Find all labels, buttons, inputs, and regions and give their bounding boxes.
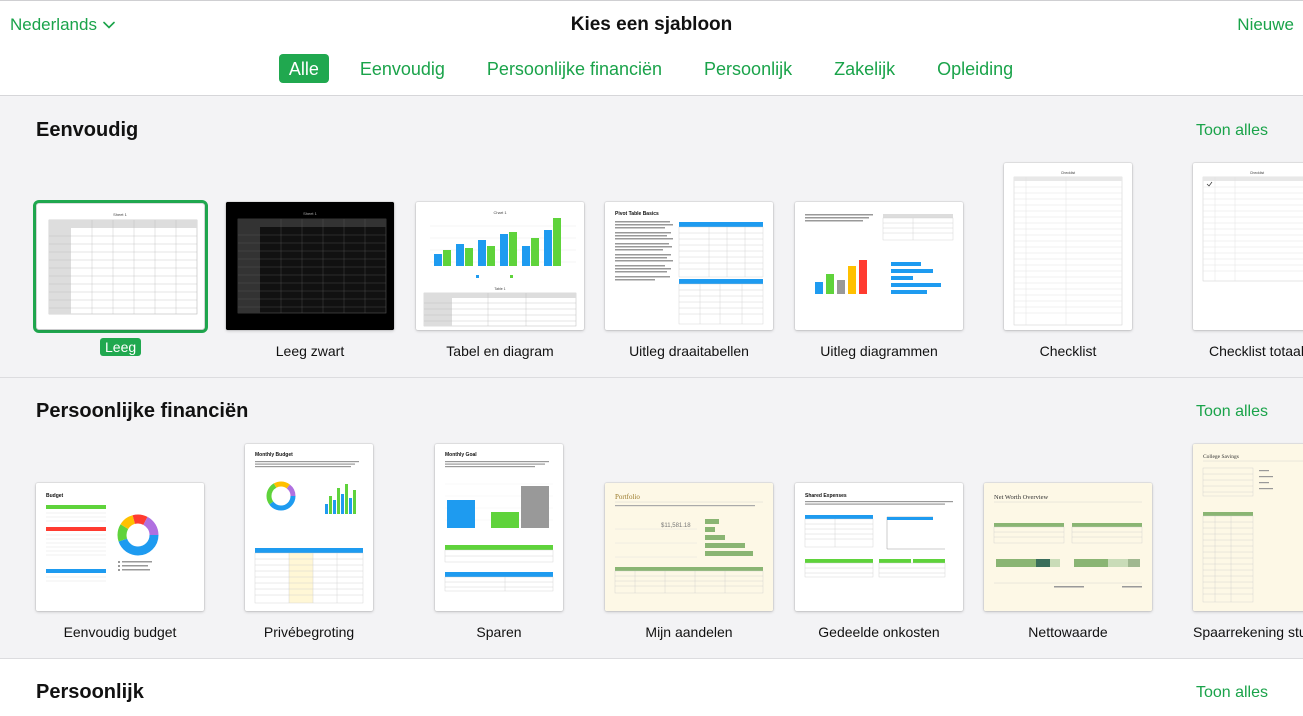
template-label: Nettowaarde (1028, 624, 1108, 640)
template-label: Tabel en diagram (446, 343, 554, 359)
svg-text:Table 1: Table 1 (494, 287, 505, 291)
thumb-title: Shared Expenses (805, 493, 847, 499)
template-leeg-zwart[interactable]: Sheet 1 Leeg zwart (226, 202, 394, 362)
template-label: Eenvoudig budget (63, 624, 177, 640)
template-gedeelde-onkosten[interactable]: Shared Expenses Gedeelde onkosten (795, 483, 963, 643)
template-label: Leeg zwart (275, 343, 345, 359)
template-thumbnail: Net Worth Overview (984, 483, 1152, 611)
svg-text:$11,581.18: $11,581.18 (661, 523, 691, 529)
thumb-title: College Savings (1203, 454, 1239, 460)
thumb-title: Portfolio (615, 493, 640, 501)
tab-opleiding[interactable]: Opleiding (926, 54, 1024, 83)
template-label: Gedeelde onkosten (818, 624, 940, 640)
show-all-link[interactable]: Toon alles (1196, 684, 1268, 702)
template-thumbnail: Pivot Table Basics (605, 202, 773, 330)
template-uitleg-diagrammen[interactable]: Uitleg diagrammen (795, 202, 963, 362)
template-eenvoudig-budget[interactable]: Budget Eenvoudig budget (36, 483, 204, 643)
template-label: Checklist totaal (1209, 343, 1303, 359)
section-persoonlijk: Persoonlijk Toon alles (0, 659, 1303, 716)
language-label: Nederlands (10, 15, 97, 34)
template-thumbnail: Checklist (1004, 163, 1132, 330)
template-thumbnail: Sheet 1 (226, 202, 394, 330)
template-thumbnail: Shared Expenses (795, 483, 963, 611)
template-row: Sheet 1 Leeg Sheet 1 Leeg zwart Chart 1 … (0, 97, 1303, 377)
template-thumbnail: Budget (36, 483, 204, 611)
template-spaarrekening-studie[interactable]: College Savings Spaarrekening studie (1193, 444, 1303, 643)
thumb-title: Monthly Goal (445, 452, 477, 458)
template-label: Privébegroting (263, 624, 355, 640)
category-tabs: Alle Eenvoudig Persoonlijke financiën Pe… (0, 54, 1303, 83)
template-tabel-en-diagram[interactable]: Chart 1 Table 1 Tabel en diagram (416, 202, 584, 362)
tab-eenvoudig[interactable]: Eenvoudig (349, 54, 456, 83)
template-thumbnail: Chart 1 Table 1 (416, 202, 584, 330)
template-thumbnail (795, 202, 963, 330)
template-privebegroting[interactable]: Monthly Budget Privébegroting (245, 444, 373, 643)
template-mijn-aandelen[interactable]: Portfolio $11,581.18 Mijn aandelen (605, 483, 773, 643)
template-sparen[interactable]: Monthly Goal Sparen (435, 444, 563, 643)
thumb-title: Monthly Budget (255, 452, 293, 458)
template-label: Sparen (476, 624, 522, 640)
template-thumbnail: Monthly Budget (245, 444, 373, 611)
tab-persoonlijke-financien[interactable]: Persoonlijke financiën (476, 54, 673, 83)
template-leeg[interactable]: Sheet 1 Leeg (33, 200, 208, 360)
page-title: Kies een sjabloon (570, 14, 733, 35)
svg-text:Sheet 1: Sheet 1 (113, 212, 128, 217)
thumb-title: Net Worth Overview (994, 494, 1049, 501)
template-label: Uitleg diagrammen (820, 343, 938, 359)
template-label: Mijn aandelen (645, 624, 733, 640)
svg-text:Checklist: Checklist (1061, 171, 1075, 175)
thumb-title: Pivot Table Basics (615, 211, 659, 217)
template-row: Budget Eenvoudig budget Monthly Budget P… (0, 378, 1303, 658)
language-selector[interactable]: Nederlands (10, 15, 115, 35)
template-thumbnail: Portfolio $11,581.18 (605, 483, 773, 611)
template-chooser-header: Nederlands Kies een sjabloon Nieuwe Alle… (0, 0, 1303, 96)
chevron-down-icon (103, 21, 115, 29)
svg-text:Chart 1: Chart 1 (493, 210, 507, 215)
section-persoonlijke-financien: Persoonlijke financiën Toon alles Budget (0, 378, 1303, 658)
template-thumbnail: Checklist (1193, 163, 1303, 330)
template-label: Checklist (1039, 343, 1097, 359)
template-thumbnail: Sheet 1 (37, 204, 204, 329)
tab-persoonlijk[interactable]: Persoonlijk (693, 54, 803, 83)
tab-zakelijk[interactable]: Zakelijk (823, 54, 906, 83)
thumb-title: Budget (46, 493, 64, 499)
section-title: Persoonlijk (36, 681, 144, 703)
new-button[interactable]: Nieuwe (1237, 15, 1294, 35)
template-uitleg-draaitabellen[interactable]: Pivot Table Basics Uitleg draaitabellen (605, 202, 773, 362)
tab-alle[interactable]: Alle (278, 54, 329, 83)
template-label: Uitleg draaitabellen (629, 343, 749, 359)
svg-text:Sheet 1: Sheet 1 (303, 211, 318, 216)
template-checklist[interactable]: Checklist Checklist (1004, 163, 1132, 362)
template-checklist-totaal[interactable]: Checklist Checklist totaal (1193, 163, 1303, 362)
template-label: Spaarrekening studie (1193, 624, 1303, 640)
svg-text:Checklist: Checklist (1250, 171, 1264, 175)
section-eenvoudig: Eenvoudig Toon alles Sheet 1 Leeg Sheet … (0, 97, 1303, 377)
template-nettowaarde[interactable]: Net Worth Overview Nettowaarde (984, 483, 1152, 643)
template-thumbnail: College Savings (1193, 444, 1303, 611)
template-label: Leeg (100, 338, 142, 356)
template-thumbnail: Monthly Goal (435, 444, 563, 611)
